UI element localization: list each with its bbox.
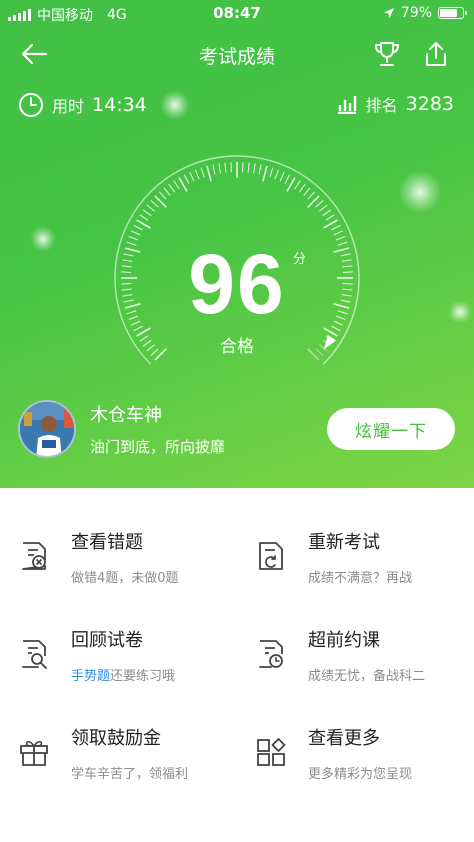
gauge-tick <box>130 230 141 236</box>
gauge-tick <box>189 171 195 182</box>
view-wrong-questions[interactable]: 查看错题 做错4题，未做0题 <box>0 504 237 602</box>
gauge-tick <box>274 169 280 180</box>
gauge-tick <box>298 183 306 193</box>
duration-value: 14:34 <box>92 94 147 116</box>
gauge-tick <box>136 219 151 229</box>
gauge-tick <box>150 200 159 208</box>
user-slogan: 油门到底，所向披靡 <box>90 438 226 456</box>
gauge-tick <box>159 191 167 200</box>
gauge-tick <box>258 164 262 175</box>
gauge-tick <box>146 204 155 212</box>
share-icon <box>426 42 446 66</box>
view-more[interactable]: 查看更多 更多精彩为您呈现 <box>237 700 474 798</box>
trophy-icon <box>375 42 399 66</box>
more-grid-icon <box>257 738 286 766</box>
decor-bokeh <box>398 170 442 214</box>
action-title: 查看错题 <box>71 532 143 553</box>
action-subtitle: 更多精彩为您呈现 <box>308 767 413 782</box>
gauge-tick <box>139 214 149 221</box>
gauge-tick <box>269 167 274 178</box>
gauge-tick <box>323 219 338 229</box>
battery-percent: 79% <box>400 5 432 21</box>
gauge-tick <box>194 169 200 180</box>
gauge-tick <box>173 180 180 190</box>
gift-icon <box>20 740 48 766</box>
review-paper-icon <box>22 640 47 669</box>
gauge-tick <box>247 162 250 173</box>
bar-chart-icon <box>337 96 356 114</box>
action-subtitle: 做错4题，未做0题 <box>71 571 179 586</box>
gauge-tick <box>206 165 212 182</box>
result-header: 中国移动 4G 08:47 79% 考试成绩 用时 14:34 排名 3283 <box>0 0 474 488</box>
gauge-tick <box>163 187 171 196</box>
retake-exam-icon <box>259 542 283 570</box>
share-button[interactable] <box>418 36 454 72</box>
gauge-tick <box>315 200 324 208</box>
review-paper[interactable]: 回顾试卷 手势题还要练习哦 <box>0 602 237 700</box>
action-title: 回顾试卷 <box>71 630 143 651</box>
rank-label: 排名 <box>365 96 398 115</box>
gauge-tick <box>142 209 152 217</box>
action-subtitle: 成绩不满意？再战 <box>308 571 413 586</box>
gauge-tick <box>322 209 332 217</box>
gauge-tick <box>212 164 216 175</box>
score-unit: 分 <box>293 252 307 267</box>
avatar[interactable] <box>18 400 76 458</box>
highlight-topic[interactable]: 手势题 <box>71 669 110 684</box>
action-subtitle: 学车辛苦了，领福利 <box>71 767 189 782</box>
gauge-tick <box>253 163 256 174</box>
action-title: 重新考试 <box>308 532 380 553</box>
gauge-tick <box>294 180 301 190</box>
gauge-tick <box>168 183 176 193</box>
duration-stat: 用时 14:34 <box>18 92 147 118</box>
action-title: 查看更多 <box>308 728 380 749</box>
battery-icon <box>438 7 467 19</box>
rank-stat: 排名 3283 <box>336 92 454 116</box>
gauge-tick <box>218 163 221 174</box>
action-subtitle: 成绩无忧，备战科二 <box>308 669 426 684</box>
gauge-tick <box>230 162 232 173</box>
leaderboard-button[interactable] <box>369 36 405 72</box>
gauge-tick <box>307 191 315 200</box>
gauge-tick <box>178 177 188 192</box>
wrong-questions-icon <box>22 542 46 570</box>
gauge-tick <box>325 214 335 221</box>
score-value: 96 <box>188 237 286 331</box>
player-avatar-icon <box>20 402 74 456</box>
gauge-tick <box>286 177 296 192</box>
gauge-tick <box>319 204 328 212</box>
gauge-tick <box>133 224 143 231</box>
status-bar: 中国移动 4G 08:47 79% <box>0 0 474 26</box>
action-title: 领取鼓励金 <box>71 728 161 749</box>
nav-bar: 考试成绩 <box>0 30 474 76</box>
decor-bokeh <box>160 90 190 120</box>
gauge-tick <box>224 162 227 173</box>
battery-fill <box>440 9 458 17</box>
action-subtitle: 手势题还要练习哦 <box>71 665 175 684</box>
rank-value: 3283 <box>405 93 454 115</box>
gauge-tick <box>183 174 190 184</box>
duration-label: 用时 <box>52 97 85 116</box>
subtitle-rest: 还要练习哦 <box>110 669 176 684</box>
claim-bonus[interactable]: 领取鼓励金 学车辛苦了，领福利 <box>0 700 237 798</box>
gauge-tick <box>279 171 285 182</box>
gauge-tick <box>331 224 341 231</box>
location-arrow-icon <box>383 8 394 18</box>
book-class[interactable]: 超前约课 成绩无忧，备战科二 <box>237 602 474 700</box>
clock-icon <box>19 93 43 117</box>
gauge-tick <box>303 187 311 196</box>
gauge-tick <box>284 174 291 184</box>
gauge-tick <box>200 167 205 178</box>
book-class-icon <box>259 640 283 668</box>
show-off-button[interactable]: 炫耀一下 <box>327 408 455 450</box>
gauge-tick <box>333 230 344 236</box>
user-name: 木仓车神 <box>90 405 162 426</box>
gauge-tick <box>242 162 244 173</box>
retake-exam[interactable]: 重新考试 成绩不满意？再战 <box>237 504 474 602</box>
action-title: 超前约课 <box>308 630 380 651</box>
pass-status: 合格 <box>220 337 254 357</box>
gauge-tick <box>262 165 268 182</box>
